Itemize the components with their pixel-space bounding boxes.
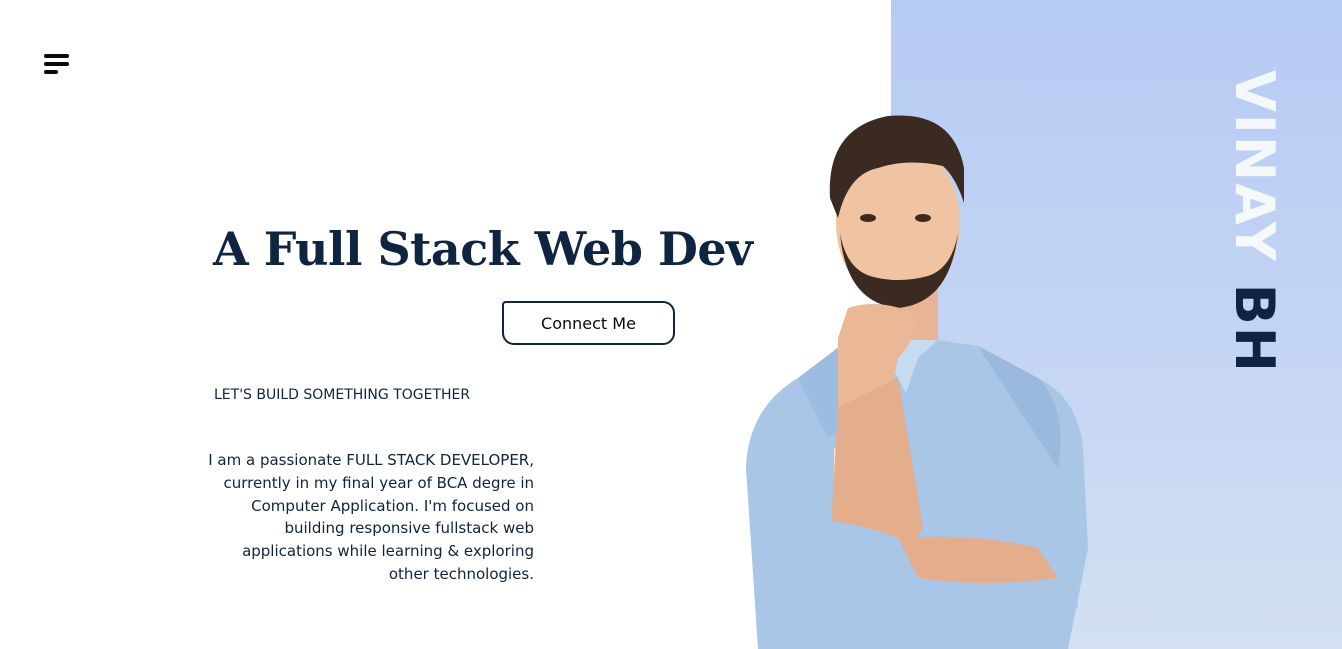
menu-line (44, 54, 69, 58)
hero-title: A Full Stack Web Dev (213, 222, 753, 276)
brand-name-vertical: VINAY BH (1223, 70, 1286, 380)
intro-line: I am a passionate FULL STACK DEVELOPER, (208, 451, 534, 469)
tagline: LET'S BUILD SOMETHING TOGETHER (214, 387, 471, 403)
connect-me-button[interactable]: Connect Me (502, 301, 675, 345)
menu-line (44, 70, 58, 74)
developer-portrait (746, 115, 1088, 649)
hamburger-menu-icon[interactable] (44, 54, 72, 78)
intro-line: other technologies. (388, 564, 534, 583)
intro-line: Computer Application. I'm focused on (251, 496, 534, 515)
brand-first-name: VINAY (1223, 70, 1286, 263)
intro-line: building responsive fullstack web (284, 519, 534, 538)
intro-line: applications while learning & exploring (242, 542, 534, 561)
brand-last-name: BH (1223, 283, 1286, 374)
intro-paragraph: I am a passionate FULL STACK DEVELOPER, … (200, 449, 534, 586)
menu-line (44, 62, 69, 66)
intro-line: currently in my final year of BCA degre … (223, 473, 534, 492)
